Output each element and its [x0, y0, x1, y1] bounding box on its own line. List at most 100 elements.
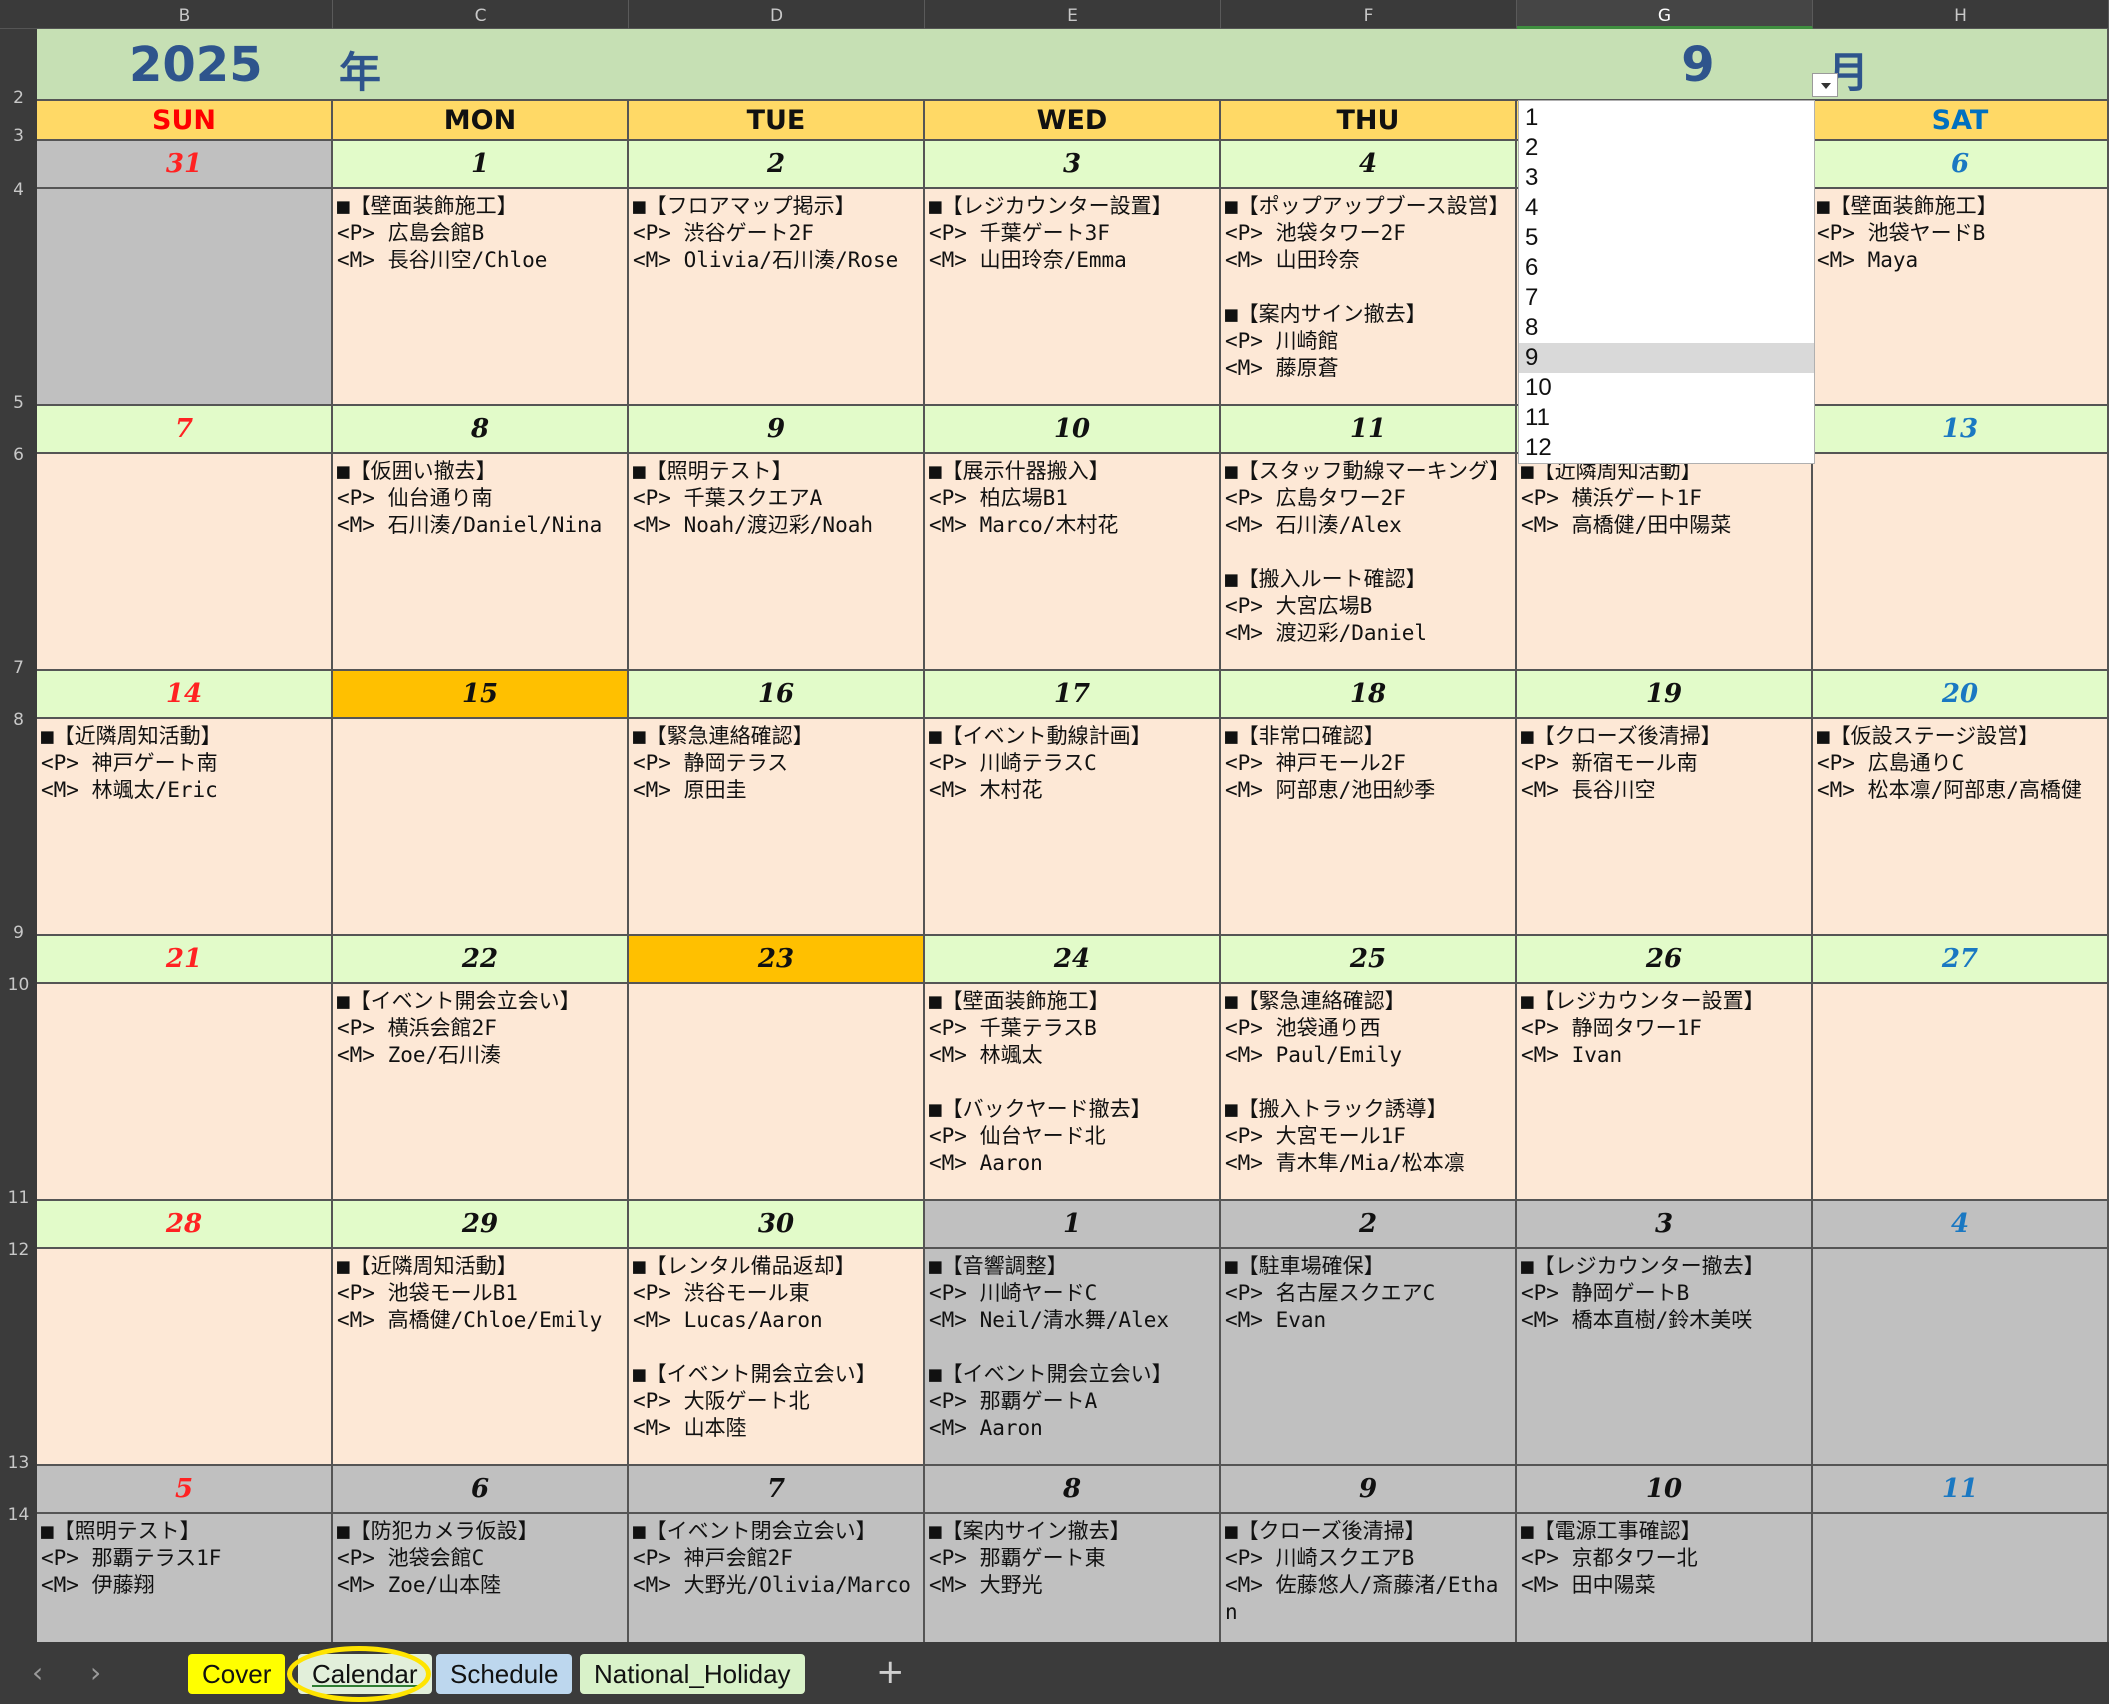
- event-cell[interactable]: ■【駐車場確保】 <P> 名古屋スクエアC <M> Evan: [1221, 1249, 1517, 1466]
- month-dropdown-button[interactable]: [1812, 73, 1838, 97]
- event-cell[interactable]: ■【展示什器搬入】 <P> 柏広場B1 <M> Marco/木村花: [925, 454, 1221, 671]
- column-letter-g[interactable]: G: [1517, 0, 1813, 29]
- event-cell[interactable]: ■【照明テスト】 <P> 千葉スクエアA <M> Noah/渡辺彩/Noah: [629, 454, 925, 671]
- day-number[interactable]: 16: [629, 671, 925, 719]
- row-number[interactable]: 9: [0, 923, 37, 943]
- event-cell[interactable]: ■【近隣周知活動】 <P> 神戸ゲート南 <M> 林颯太/Eric: [37, 719, 333, 936]
- day-number[interactable]: 20: [1813, 671, 2109, 719]
- year-value[interactable]: 2025: [129, 37, 263, 93]
- day-number[interactable]: 13: [1813, 406, 2109, 454]
- event-cell[interactable]: ■【非常口確認】 <P> 神戸モール2F <M> 阿部恵/池田紗季: [1221, 719, 1517, 936]
- month-dropdown-list[interactable]: 1 2 3 4 5 6 7 8 9 10 11 12: [1518, 100, 1815, 464]
- event-cell[interactable]: [1813, 454, 2109, 671]
- month-option[interactable]: 2: [1519, 133, 1814, 163]
- day-number[interactable]: 23: [629, 936, 925, 984]
- day-number[interactable]: 4: [1221, 141, 1517, 189]
- day-number[interactable]: 28: [37, 1201, 333, 1249]
- row-number[interactable]: 12: [0, 1240, 37, 1260]
- column-letter-d[interactable]: D: [629, 0, 925, 29]
- month-option[interactable]: 8: [1519, 313, 1814, 343]
- day-number[interactable]: 6: [333, 1466, 629, 1514]
- sheet-tab-national-holiday[interactable]: National_Holiday: [580, 1654, 805, 1694]
- day-number[interactable]: 6: [1813, 141, 2109, 189]
- event-cell[interactable]: ■【イベント動線計画】 <P> 川崎テラスC <M> 木村花: [925, 719, 1221, 936]
- day-number[interactable]: 10: [1517, 1466, 1813, 1514]
- column-letter-b[interactable]: B: [37, 0, 333, 29]
- day-number[interactable]: 9: [1221, 1466, 1517, 1514]
- day-number[interactable]: 14: [37, 671, 333, 719]
- day-number[interactable]: 17: [925, 671, 1221, 719]
- row-number[interactable]: 8: [0, 710, 37, 730]
- next-sheet-icon[interactable]: ›: [90, 1656, 101, 1689]
- day-number[interactable]: 1: [925, 1201, 1221, 1249]
- event-cell[interactable]: ■【照明テスト】 <P> 那覇テラス1F <M> 伊藤翔: [37, 1514, 333, 1642]
- event-cell[interactable]: ■【クローズ後清掃】 <P> 川崎スクエアB <M> 佐藤悠人/斎藤渚/Ethan: [1221, 1514, 1517, 1642]
- event-cell[interactable]: ■【壁面装飾施工】 <P> 池袋ヤードB <M> Maya: [1813, 189, 2109, 406]
- day-number[interactable]: 26: [1517, 936, 1813, 984]
- row-number[interactable]: 3: [0, 126, 37, 146]
- month-option[interactable]: 9: [1519, 343, 1814, 373]
- column-letter-f[interactable]: F: [1221, 0, 1517, 29]
- day-number[interactable]: 9: [629, 406, 925, 454]
- month-option[interactable]: 10: [1519, 373, 1814, 403]
- day-number[interactable]: 22: [333, 936, 629, 984]
- event-cell[interactable]: ■【レジカウンター撤去】 <P> 静岡ゲートB <M> 橋本直樹/鈴木美咲: [1517, 1249, 1813, 1466]
- row-number[interactable]: 6: [0, 445, 37, 465]
- day-number[interactable]: 7: [629, 1466, 925, 1514]
- month-option[interactable]: 3: [1519, 163, 1814, 193]
- event-cell[interactable]: ■【レンタル備品返却】 <P> 渋谷モール東 <M> Lucas/Aaron ■【イベ…: [629, 1249, 925, 1466]
- month-option[interactable]: 12: [1519, 433, 1814, 463]
- add-sheet-icon[interactable]: +: [876, 1652, 905, 1692]
- month-option[interactable]: 7: [1519, 283, 1814, 313]
- day-number[interactable]: 5: [37, 1466, 333, 1514]
- prev-sheet-icon[interactable]: ‹: [32, 1656, 43, 1689]
- row-number[interactable]: 13: [0, 1453, 37, 1473]
- day-number[interactable]: 24: [925, 936, 1221, 984]
- event-cell[interactable]: ■【レジカウンター設置】 <P> 千葉ゲート3F <M> 山田玲奈/Emma: [925, 189, 1221, 406]
- day-number[interactable]: 29: [333, 1201, 629, 1249]
- day-number[interactable]: 2: [629, 141, 925, 189]
- event-cell[interactable]: [37, 454, 333, 671]
- event-cell[interactable]: ■【緊急連絡確認】 <P> 静岡テラス <M> 原田圭: [629, 719, 925, 936]
- column-letter-c[interactable]: C: [333, 0, 629, 29]
- day-number[interactable]: 10: [925, 406, 1221, 454]
- event-cell[interactable]: ■【壁面装飾施工】 <P> 広島会館B <M> 長谷川空/Chloe: [333, 189, 629, 406]
- column-letter-h[interactable]: H: [1813, 0, 2109, 29]
- day-number[interactable]: 25: [1221, 936, 1517, 984]
- event-cell[interactable]: ■【フロアマップ掲示】 <P> 渋谷ゲート2F <M> Olivia/石川湊/Ros…: [629, 189, 925, 406]
- event-cell[interactable]: ■【クローズ後清掃】 <P> 新宿モール南 <M> 長谷川空: [1517, 719, 1813, 936]
- sheet-tab-schedule[interactable]: Schedule: [436, 1654, 573, 1694]
- row-number[interactable]: 7: [0, 658, 37, 678]
- day-number[interactable]: 8: [333, 406, 629, 454]
- event-cell[interactable]: [1813, 1249, 2109, 1466]
- event-cell[interactable]: ■【壁面装飾施工】 <P> 千葉テラスB <M> 林颯太 ■【バックヤード撤去】 <P>…: [925, 984, 1221, 1201]
- month-option[interactable]: 4: [1519, 193, 1814, 223]
- event-cell[interactable]: [333, 719, 629, 936]
- event-cell[interactable]: [37, 1249, 333, 1466]
- event-cell[interactable]: [1813, 1514, 2109, 1642]
- event-cell[interactable]: ■【レジカウンター設置】 <P> 静岡タワー1F <M> Ivan: [1517, 984, 1813, 1201]
- month-option[interactable]: 5: [1519, 223, 1814, 253]
- event-cell[interactable]: [37, 189, 333, 406]
- day-number[interactable]: 31: [37, 141, 333, 189]
- day-number[interactable]: 11: [1813, 1466, 2109, 1514]
- event-cell[interactable]: ■【イベント開会立会い】 <P> 横浜会館2F <M> Zoe/石川湊: [333, 984, 629, 1201]
- event-cell[interactable]: ■【仮囲い撤去】 <P> 仙台通り南 <M> 石川湊/Daniel/Nina: [333, 454, 629, 671]
- day-number[interactable]: 7: [37, 406, 333, 454]
- sheet-tab-cover[interactable]: Cover: [188, 1654, 286, 1694]
- row-number[interactable]: 10: [0, 975, 37, 995]
- event-cell[interactable]: ■【音響調整】 <P> 川崎ヤードC <M> Neil/清水舞/Alex ■【イベント…: [925, 1249, 1221, 1466]
- day-number[interactable]: 3: [925, 141, 1221, 189]
- month-option[interactable]: 6: [1519, 253, 1814, 283]
- day-number[interactable]: 15: [333, 671, 629, 719]
- day-number[interactable]: 3: [1517, 1201, 1813, 1249]
- row-number[interactable]: 2: [0, 88, 37, 108]
- day-number[interactable]: 2: [1221, 1201, 1517, 1249]
- month-value[interactable]: 9: [1648, 37, 1748, 93]
- column-letter-e[interactable]: E: [925, 0, 1221, 29]
- event-cell[interactable]: ■【案内サイン撤去】 <P> 那覇ゲート東 <M> 大野光: [925, 1514, 1221, 1642]
- day-number[interactable]: 30: [629, 1201, 925, 1249]
- day-number[interactable]: 1: [333, 141, 629, 189]
- day-number[interactable]: 11: [1221, 406, 1517, 454]
- row-number[interactable]: 5: [0, 393, 37, 413]
